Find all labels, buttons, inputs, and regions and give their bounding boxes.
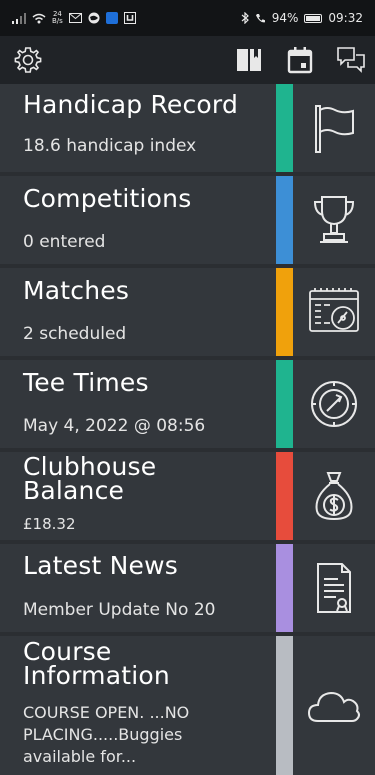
status-bar-left: 24 B/s xyxy=(12,11,136,25)
tile-title-line: Information xyxy=(23,661,170,690)
tile-text: Handicap Record 18.6 handicap index xyxy=(23,84,273,172)
tile-text: Course Information COURSE OPEN. ...NO PL… xyxy=(23,636,273,775)
tile-tee-times[interactable]: Tee Times May 4, 2022 @ 08:56 xyxy=(0,360,375,448)
tile-text: Matches 2 scheduled xyxy=(23,268,273,356)
tile-subtitle: 0 entered xyxy=(23,232,106,252)
tile-title: Course Information xyxy=(23,639,170,690)
tile-color-stripe xyxy=(276,176,293,264)
battery-icon xyxy=(304,13,323,23)
calendar-icon[interactable] xyxy=(284,44,316,76)
globe-icon xyxy=(88,12,100,24)
tile-competitions[interactable]: Competitions 0 entered xyxy=(0,176,375,264)
tile-text: Tee Times May 4, 2022 @ 08:56 xyxy=(23,360,273,448)
wifi-icon xyxy=(32,13,46,23)
clock-icon xyxy=(311,381,357,427)
tile-color-stripe xyxy=(276,636,293,775)
battery-percent: 94% xyxy=(271,11,299,25)
tile-text: Competitions 0 entered xyxy=(23,176,273,264)
tile-icon-box xyxy=(293,636,375,775)
network-speed-unit: B/s xyxy=(52,17,63,25)
mail-icon xyxy=(68,13,82,23)
tile-handicap-record[interactable]: Handicap Record 18.6 handicap index xyxy=(0,84,375,172)
dashboard-tiles: Handicap Record 18.6 handicap index Comp… xyxy=(0,84,375,775)
tile-latest-news[interactable]: Latest News Member Update No 20 xyxy=(0,544,375,632)
app-toolbar xyxy=(0,36,375,84)
tile-subtitle-line: COURSE OPEN. ...NO xyxy=(23,703,190,722)
tile-subtitle-line: PLACING.....Buggies xyxy=(23,725,183,744)
tile-icon-box xyxy=(293,452,375,540)
tile-color-stripe xyxy=(276,360,293,448)
trophy-icon xyxy=(313,196,355,243)
status-bar-right: 94% 09:32 xyxy=(241,11,363,25)
tile-title: Matches xyxy=(23,276,130,305)
tile-title: Handicap Record xyxy=(23,90,239,119)
app-icon xyxy=(105,12,118,24)
tile-color-stripe xyxy=(276,452,293,540)
tile-icon-box xyxy=(293,544,375,632)
tile-color-stripe xyxy=(276,544,293,632)
tile-icon-box xyxy=(293,84,375,172)
tile-clubhouse-balance[interactable]: Clubhouse Balance £18.32 xyxy=(0,452,375,540)
calendar-golf-icon xyxy=(309,288,359,332)
tile-subtitle-line: available for... xyxy=(23,747,137,766)
tile-subtitle: May 4, 2022 @ 08:56 xyxy=(23,416,206,436)
flag-icon xyxy=(315,105,354,153)
tile-subtitle: 2 scheduled xyxy=(23,324,127,344)
tile-text: Latest News Member Update No 20 xyxy=(23,544,273,632)
money-bag-icon xyxy=(315,472,353,521)
tile-icon-box xyxy=(293,360,375,448)
book-icon[interactable] xyxy=(233,44,265,76)
tile-icon-box xyxy=(293,268,375,356)
app-icon xyxy=(123,12,136,24)
tile-color-stripe xyxy=(276,84,293,172)
tile-title: Tee Times xyxy=(23,368,149,397)
tile-matches[interactable]: Matches 2 scheduled xyxy=(0,268,375,356)
tile-text: Clubhouse Balance £18.32 xyxy=(23,452,273,540)
tile-title: Clubhouse Balance xyxy=(23,454,156,505)
tile-title: Latest News xyxy=(23,551,178,580)
tile-subtitle: £18.32 xyxy=(23,515,76,533)
tile-course-information[interactable]: Course Information COURSE OPEN. ...NO PL… xyxy=(0,636,375,775)
tile-icon-box xyxy=(293,176,375,264)
document-icon xyxy=(317,563,351,613)
tile-subtitle: Member Update No 20 xyxy=(23,600,216,620)
tile-subtitle: 18.6 handicap index xyxy=(23,136,197,156)
clock-time: 09:32 xyxy=(328,11,363,25)
network-speed: 24 B/s xyxy=(52,11,63,25)
tile-title-line: Balance xyxy=(23,476,125,505)
chat-icon[interactable] xyxy=(335,44,367,76)
signal-icon xyxy=(12,12,26,24)
tile-title: Competitions xyxy=(23,184,192,213)
call-icon xyxy=(255,13,265,22)
cloud-icon xyxy=(307,691,360,722)
tile-subtitle: COURSE OPEN. ...NO PLACING.....Buggies a… xyxy=(23,702,189,768)
bluetooth-icon xyxy=(241,12,249,24)
status-bar: 24 B/s 94% 09:32 xyxy=(0,0,375,36)
tile-color-stripe xyxy=(276,268,293,356)
gear-icon[interactable] xyxy=(12,44,44,76)
